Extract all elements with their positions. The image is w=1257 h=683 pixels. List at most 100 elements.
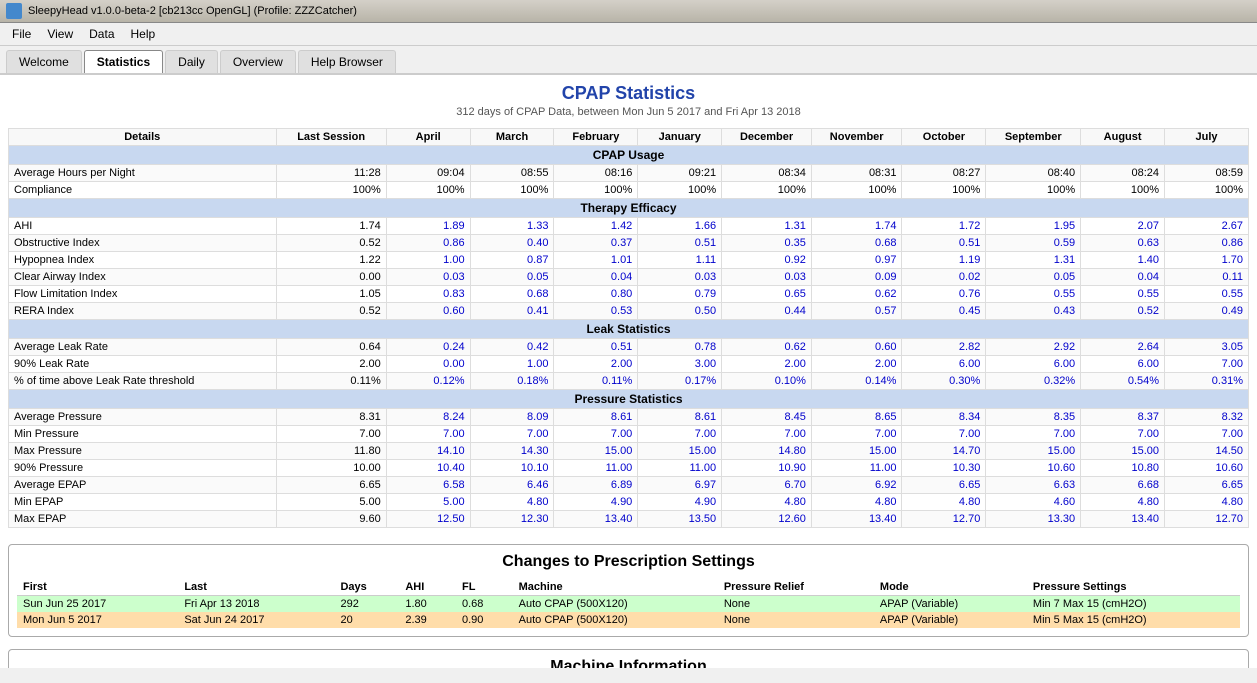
row-april: 0.83	[386, 286, 470, 303]
row-august: 0.63	[1081, 235, 1165, 252]
row-january: 0.78	[638, 339, 722, 356]
presc-days: 292	[334, 596, 399, 613]
row-label: Obstructive Index	[9, 235, 277, 252]
row-last-session: 2.00	[276, 356, 386, 373]
row-april: 1.89	[386, 218, 470, 235]
row-august: 100%	[1081, 182, 1165, 199]
row-september: 13.30	[986, 511, 1081, 528]
tab-daily[interactable]: Daily	[165, 50, 218, 73]
row-january: 0.03	[638, 269, 722, 286]
section-header-row: Leak Statistics	[9, 320, 1249, 339]
main-content: CPAP Statistics 312 days of CPAP Data, b…	[0, 75, 1257, 668]
row-january: 13.50	[638, 511, 722, 528]
row-label: Clear Airway Index	[9, 269, 277, 286]
row-january: 0.79	[638, 286, 722, 303]
row-label: 90% Leak Rate	[9, 356, 277, 373]
row-last-session: 100%	[276, 182, 386, 199]
row-august: 2.07	[1081, 218, 1165, 235]
row-december: 0.44	[722, 303, 812, 320]
section-header-label: CPAP Usage	[9, 146, 1249, 165]
row-last-session: 1.22	[276, 252, 386, 269]
row-april: 0.24	[386, 339, 470, 356]
presc-last: Fri Apr 13 2018	[178, 596, 334, 613]
row-last-session: 0.52	[276, 235, 386, 252]
row-september: 15.00	[986, 443, 1081, 460]
row-august: 6.68	[1081, 477, 1165, 494]
title-bar: SleepyHead v1.0.0-beta-2 [cb213cc OpenGL…	[0, 0, 1257, 23]
row-july: 8.32	[1165, 409, 1249, 426]
menu-data[interactable]: Data	[81, 25, 122, 43]
row-august: 4.80	[1081, 494, 1165, 511]
row-october: 10.30	[902, 460, 986, 477]
tab-welcome[interactable]: Welcome	[6, 50, 82, 73]
row-december: 0.92	[722, 252, 812, 269]
tab-overview[interactable]: Overview	[220, 50, 296, 73]
row-december: 12.60	[722, 511, 812, 528]
row-label: AHI	[9, 218, 277, 235]
section-header-row: Therapy Efficacy	[9, 199, 1249, 218]
row-label: Average Leak Rate	[9, 339, 277, 356]
row-label: Average EPAP	[9, 477, 277, 494]
presc-col-mode: Mode	[874, 579, 1027, 596]
table-row: AHI1.741.891.331.421.661.311.741.721.952…	[9, 218, 1249, 235]
col-october: October	[902, 129, 986, 146]
col-last-session: Last Session	[276, 129, 386, 146]
row-october: 14.70	[902, 443, 986, 460]
table-row: Average Hours per Night11:2809:0408:5508…	[9, 165, 1249, 182]
row-march: 0.05	[470, 269, 554, 286]
col-july: July	[1165, 129, 1249, 146]
row-september: 6.00	[986, 356, 1081, 373]
menu-help[interactable]: Help	[123, 25, 164, 43]
row-august: 1.40	[1081, 252, 1165, 269]
row-october: 7.00	[902, 426, 986, 443]
row-february: 4.90	[554, 494, 638, 511]
row-july: 0.86	[1165, 235, 1249, 252]
row-january: 1.11	[638, 252, 722, 269]
row-march: 7.00	[470, 426, 554, 443]
row-february: 15.00	[554, 443, 638, 460]
row-january: 4.90	[638, 494, 722, 511]
row-march: 1.00	[470, 356, 554, 373]
row-july: 0.49	[1165, 303, 1249, 320]
row-april: 09:04	[386, 165, 470, 182]
tab-help-browser[interactable]: Help Browser	[298, 50, 396, 73]
presc-col-machine: Machine	[513, 579, 718, 596]
row-december: 0.10%	[722, 373, 812, 390]
col-details: Details	[9, 129, 277, 146]
row-february: 100%	[554, 182, 638, 199]
row-january: 11.00	[638, 460, 722, 477]
table-row: RERA Index0.520.600.410.530.500.440.570.…	[9, 303, 1249, 320]
row-november: 7.00	[811, 426, 902, 443]
row-november: 100%	[811, 182, 902, 199]
row-october: 2.82	[902, 339, 986, 356]
menu-file[interactable]: File	[4, 25, 39, 43]
row-last-session: 8.31	[276, 409, 386, 426]
menu-view[interactable]: View	[39, 25, 81, 43]
presc-fl: 0.68	[456, 596, 513, 613]
table-row: Compliance100%100%100%100%100%100%100%10…	[9, 182, 1249, 199]
row-december: 1.31	[722, 218, 812, 235]
row-february: 8.61	[554, 409, 638, 426]
presc-first: Sun Jun 25 2017	[17, 596, 178, 613]
row-august: 10.80	[1081, 460, 1165, 477]
row-september: 0.55	[986, 286, 1081, 303]
row-november: 08:31	[811, 165, 902, 182]
presc-col-pressure-relief: Pressure Relief	[718, 579, 874, 596]
row-february: 0.11%	[554, 373, 638, 390]
row-july: 14.50	[1165, 443, 1249, 460]
presc-machine: Auto CPAP (500X120)	[513, 596, 718, 613]
row-august: 15.00	[1081, 443, 1165, 460]
row-july: 7.00	[1165, 356, 1249, 373]
row-last-session: 1.05	[276, 286, 386, 303]
presc-mode: APAP (Variable)	[874, 612, 1027, 628]
row-july: 10.60	[1165, 460, 1249, 477]
presc-pressure-settings: Min 7 Max 15 (cmH2O)	[1027, 596, 1240, 613]
row-december: 0.35	[722, 235, 812, 252]
tab-statistics[interactable]: Statistics	[84, 50, 163, 73]
row-label: RERA Index	[9, 303, 277, 320]
row-july: 0.11	[1165, 269, 1249, 286]
row-july: 3.05	[1165, 339, 1249, 356]
row-february: 2.00	[554, 356, 638, 373]
row-november: 0.62	[811, 286, 902, 303]
row-february: 0.04	[554, 269, 638, 286]
